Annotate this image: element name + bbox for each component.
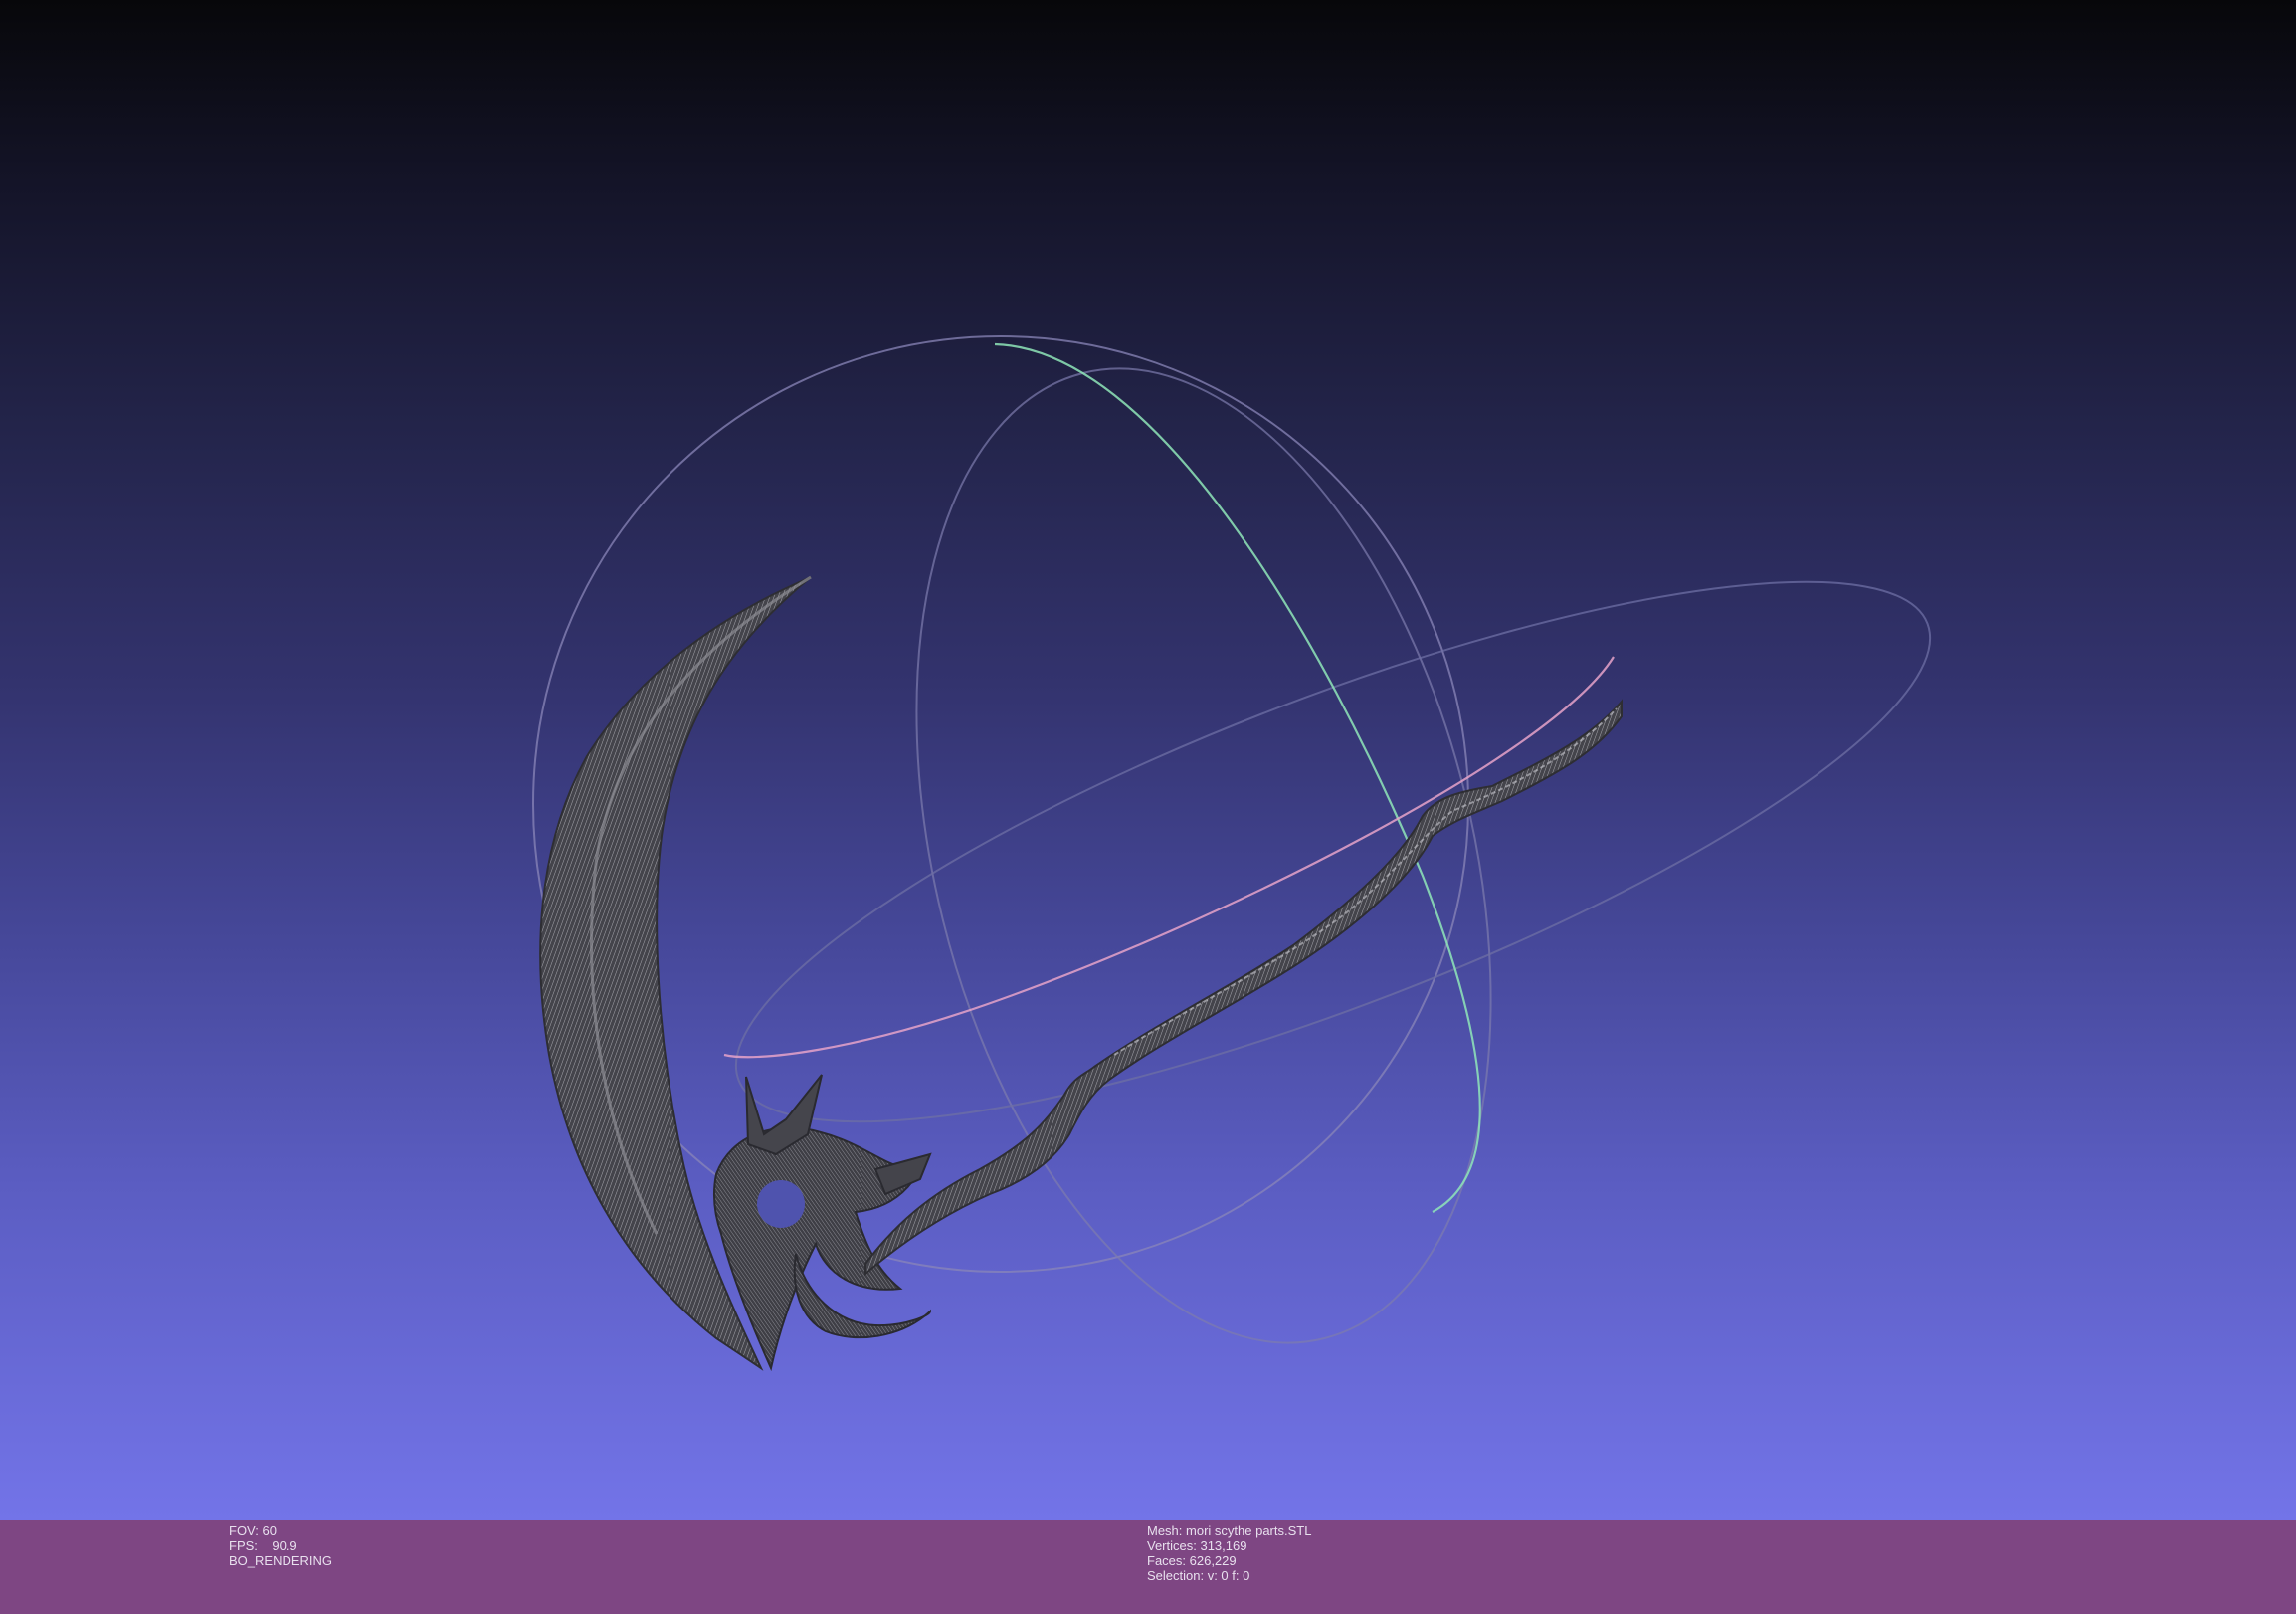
mesh-name: Mesh: mori scythe parts.STL	[1147, 1523, 1312, 1538]
scene-canvas[interactable]	[0, 0, 2296, 1520]
trackball-vertical-ring	[915, 367, 1492, 1344]
vertex-count: Vertices: 313,169	[1147, 1538, 1247, 1553]
fov-value: 60	[262, 1523, 277, 1538]
render-mode: BO_RENDERING	[229, 1553, 333, 1568]
scythe-shaft	[864, 699, 1623, 1277]
mesh-info: Mesh: mori scythe parts.STL Vertices: 31…	[1147, 1523, 1311, 1583]
trackball-horizontal-ring	[734, 580, 1932, 1123]
fov-label: FOV:	[229, 1523, 259, 1538]
face-count: Faces: 626,229	[1147, 1553, 1237, 1568]
render-info: FOV: 60 FPS: 90.9 BO_RENDERING	[229, 1523, 332, 1568]
selection-info: Selection: v: 0 f: 0	[1147, 1568, 1250, 1583]
fps-value: 90.9	[272, 1538, 297, 1553]
scythe-hub-hole	[757, 1180, 805, 1228]
scythe-mesh[interactable]	[539, 575, 1623, 1372]
fps-readout: FPS: 90.9	[229, 1538, 332, 1553]
trackball-pink-arc	[723, 656, 1615, 1059]
fov-readout: FOV: 60	[229, 1523, 332, 1538]
fps-label: FPS:	[229, 1538, 258, 1553]
3d-viewport[interactable]	[0, 0, 2296, 1520]
trackball-green-arc	[994, 342, 1481, 1213]
